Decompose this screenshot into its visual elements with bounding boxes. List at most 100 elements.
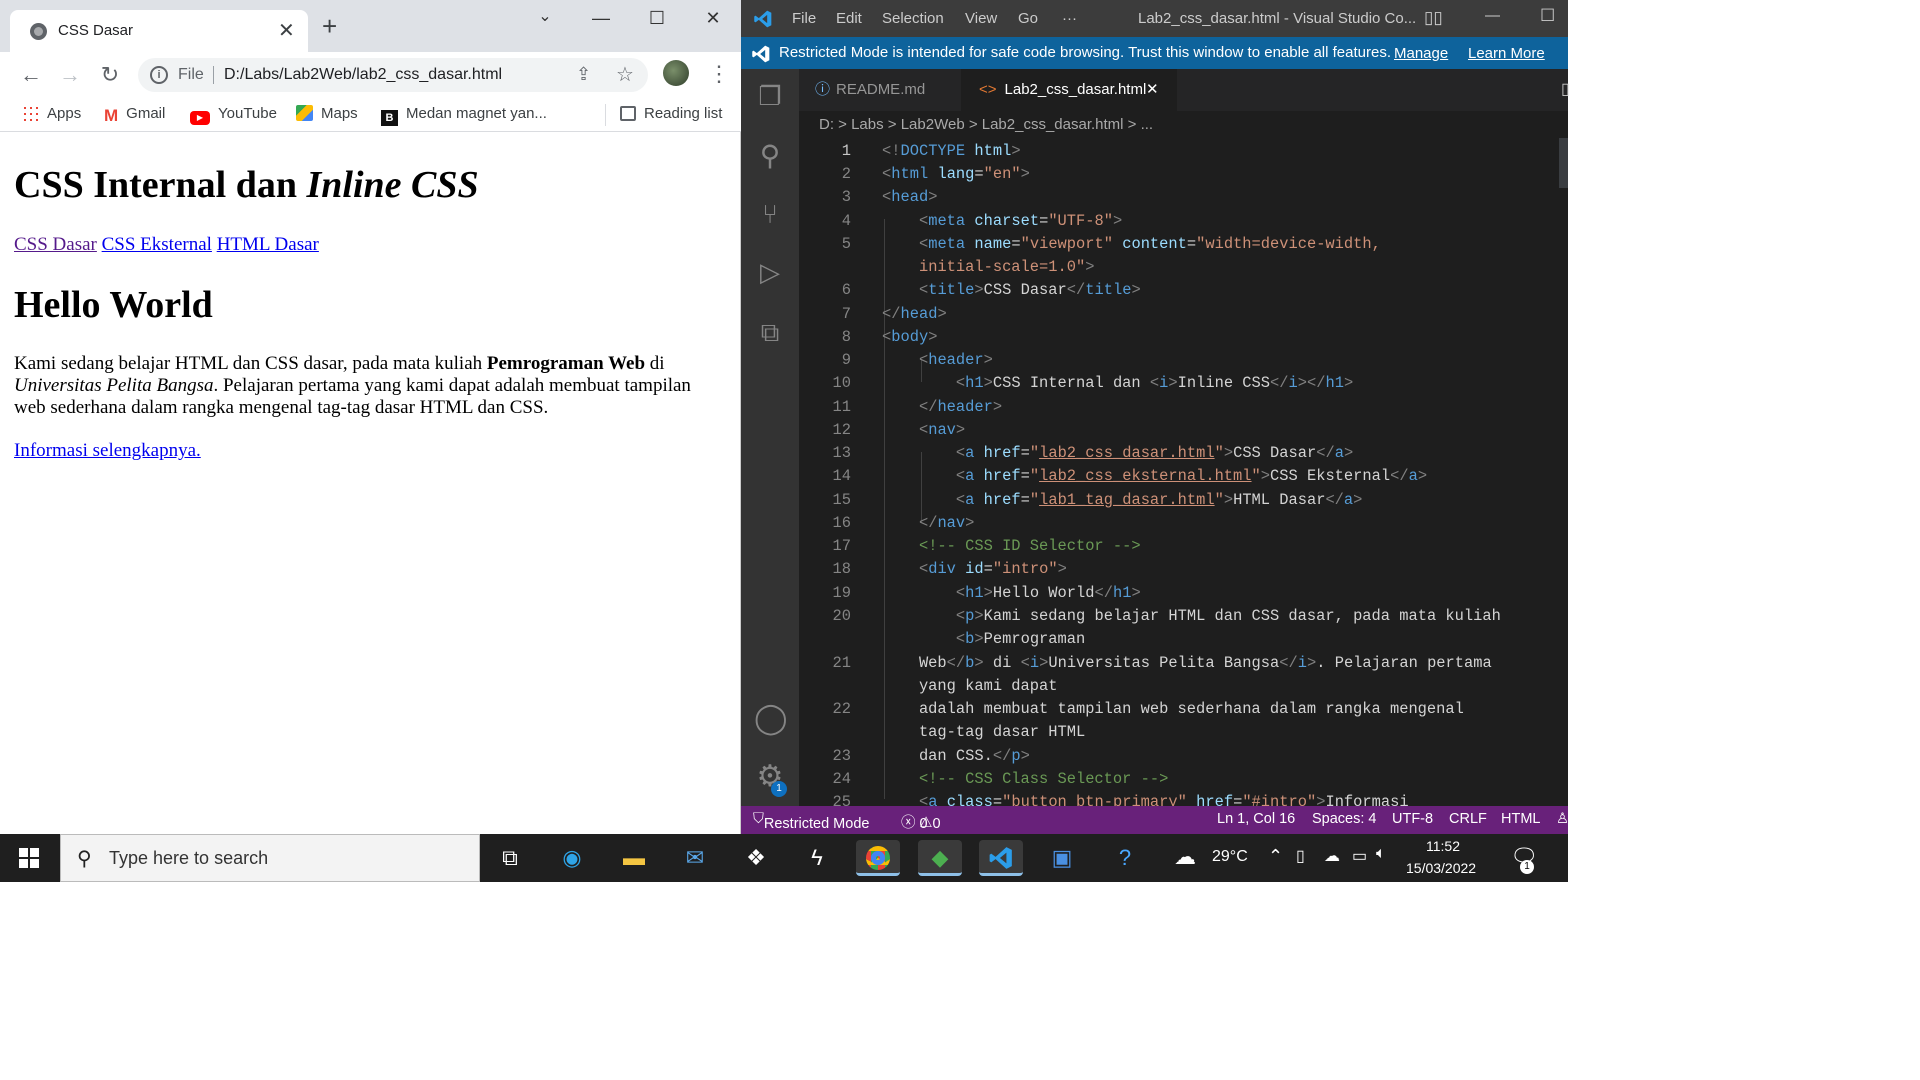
windows-start-icon[interactable] (19, 848, 39, 868)
indentation-status[interactable]: Spaces: 4 (1312, 811, 1377, 827)
app-lightning-icon[interactable]: ϟ (795, 840, 839, 876)
browser-tab[interactable]: CSS Dasar ✕ (10, 10, 308, 52)
code-line: <div id="intro"> (918, 560, 1067, 578)
tablet-icon[interactable]: ▯ (1296, 846, 1305, 866)
maximize-button[interactable]: ☐ (642, 8, 672, 29)
line-number: 17 (832, 537, 851, 555)
split-editor-icon[interactable]: ▯ (1561, 79, 1570, 99)
git-app-icon[interactable]: ◆ (918, 840, 962, 876)
line-number: 3 (841, 188, 851, 206)
address-bar[interactable]: i File D:/Labs/Lab2Web/lab2_css_dasar.ht… (138, 58, 648, 92)
line-number: 5 (841, 235, 851, 253)
help-icon[interactable]: ? (1103, 840, 1147, 876)
vscode-taskbar-icon[interactable] (979, 840, 1023, 876)
explorer-icon[interactable]: ❐ (754, 81, 786, 113)
mail-icon[interactable]: ✉ (673, 840, 717, 876)
reload-icon[interactable]: ↻ (96, 62, 124, 88)
window-title: Lab2_css_dasar.html - Visual Studio Co..… (1138, 10, 1417, 27)
line-number: 8 (841, 328, 851, 346)
close-tab-icon[interactable]: ✕ (1146, 69, 1159, 111)
language-status[interactable]: HTML (1501, 811, 1540, 827)
tab-readme[interactable]: ⓘ README.md (799, 69, 960, 111)
taskbar-search-box[interactable]: ⚲ Type here to search (60, 834, 480, 882)
more-menu-icon[interactable]: ⋮ (708, 61, 730, 87)
temperature[interactable]: 29°C (1212, 848, 1248, 866)
forward-icon[interactable]: → (56, 62, 84, 88)
onedrive-icon[interactable]: ☁ (1324, 846, 1340, 866)
menu-selection[interactable]: Selection (882, 10, 944, 27)
avatar[interactable] (663, 60, 689, 86)
weather-icon[interactable]: ☁ (1174, 844, 1196, 870)
menu-go[interactable]: Go (1018, 10, 1038, 27)
eol-status[interactable]: CRLF (1449, 811, 1487, 827)
new-tab-button[interactable]: + (322, 13, 337, 39)
accounts-icon[interactable]: ◯ (754, 701, 788, 735)
line-number: 23 (832, 747, 851, 765)
url-text[interactable]: D:/Labs/Lab2Web/lab2_css_dasar.html (224, 66, 502, 84)
volume-icon[interactable]: 🔈︎ (1376, 845, 1386, 863)
menu-view[interactable]: View (965, 10, 997, 27)
learn-more-link[interactable]: Learn More (1468, 45, 1545, 62)
bookmark-apps[interactable]: Apps (22, 105, 81, 122)
nav-link-html-dasar[interactable]: HTML Dasar (217, 234, 319, 255)
encoding-status[interactable]: UTF-8 (1392, 811, 1433, 827)
nav-link-css-dasar[interactable]: CSS Dasar (14, 234, 97, 255)
run-debug-icon[interactable]: ▷ (754, 257, 786, 289)
menu-edit[interactable]: Edit (836, 10, 862, 27)
close-tab-icon[interactable]: ✕ (278, 18, 295, 43)
manage-link[interactable]: Manage (1394, 45, 1448, 62)
code-line: <a href="lab1_tag_dasar.html">HTML Dasar… (955, 491, 1363, 509)
extensions-icon[interactable]: ⧉ (754, 317, 786, 349)
task-view-icon[interactable]: ⧉ (488, 840, 532, 876)
back-icon[interactable]: ← (17, 62, 45, 88)
breadcrumb[interactable]: D: > Labs > Lab2Web > Lab2_css_dasar.htm… (819, 116, 1153, 133)
tab-strip: CSS Dasar ✕ + ⌄ — ☐ ✕ (0, 0, 741, 52)
tab-search-icon[interactable]: ⌄ (530, 6, 560, 26)
file-explorer-icon[interactable]: ▬ (612, 840, 656, 876)
edge-icon[interactable]: ◉ (550, 840, 594, 876)
maximize-button[interactable]: ☐ (1540, 6, 1555, 26)
bookmark-youtube[interactable]: ▶ YouTube (190, 105, 277, 125)
nav-link-css-eksternal[interactable]: CSS Eksternal (102, 234, 212, 255)
divider (213, 66, 214, 84)
close-window-button[interactable]: ✕ (698, 8, 728, 29)
info-icon[interactable]: i (150, 66, 168, 84)
clock-time[interactable]: 11:52 (1426, 838, 1460, 854)
problems-status[interactable]: ⓧ 0 ⚠ 0 (901, 811, 941, 832)
source-control-icon[interactable]: ⑂ (754, 199, 786, 231)
chevron-up-icon[interactable]: ⌃ (1268, 846, 1283, 867)
tab-lab2-css-dasar[interactable]: <> Lab2_css_dasar.html ✕ (961, 69, 1177, 111)
reading-list[interactable]: Reading list (620, 105, 722, 122)
indent-guide (921, 452, 922, 522)
search-icon: ⚲ (77, 848, 92, 870)
layout-icon[interactable]: ▯▯ (1424, 8, 1443, 28)
minimap-slider[interactable] (1559, 138, 1568, 188)
code-line: yang kami dapat (882, 677, 1058, 695)
menu-file[interactable]: File (792, 10, 816, 27)
line-number: 22 (832, 700, 851, 718)
feedback-icon[interactable]: ♙ (1556, 811, 1569, 827)
code-line: <a href="lab2_css_eksternal.html">CSS Ek… (955, 467, 1428, 485)
dropbox-icon[interactable]: ❖ (734, 840, 778, 876)
minimize-button[interactable]: — (586, 8, 616, 29)
search-icon[interactable]: ⚲ (754, 139, 786, 171)
share-icon[interactable]: ⇪ (576, 64, 591, 85)
minimize-button[interactable]: — (1485, 7, 1500, 24)
battery-icon[interactable]: ▭ (1352, 846, 1367, 866)
bookmark-medan-magnet[interactable]: B Medan magnet yan... (381, 105, 547, 126)
code-line: <html lang="en"> (882, 165, 1030, 183)
bookmark-maps[interactable]: Maps (296, 105, 358, 122)
bookmark-gmail[interactable]: M Gmail (104, 105, 165, 125)
code-line: <!-- CSS Class Selector --> (918, 770, 1169, 788)
chrome-icon[interactable] (856, 840, 900, 876)
menu-more[interactable]: ··· (1062, 10, 1077, 27)
bookmark-star-icon[interactable]: ☆ (616, 62, 634, 87)
app-window-icon[interactable]: ▣ (1040, 840, 1084, 876)
restricted-mode-status[interactable]: ⛉ Restricted Mode (753, 811, 869, 832)
line-number: 20 (832, 607, 851, 625)
more-info-link[interactable]: Informasi selengkapnya. (14, 440, 201, 462)
cursor-position[interactable]: Ln 1, Col 16 (1217, 811, 1295, 827)
code-editor[interactable]: 1 2 3 4 5 6 7 8 9 10 11 12 13 14 15 16 17 18 19 20 21 22 23 24 2… (799, 138, 1568, 806)
vscode-titlebar: File Edit Selection View Go ··· Lab2_css… (741, 0, 1568, 37)
clock-date[interactable]: 15/03/2022 (1406, 860, 1476, 876)
